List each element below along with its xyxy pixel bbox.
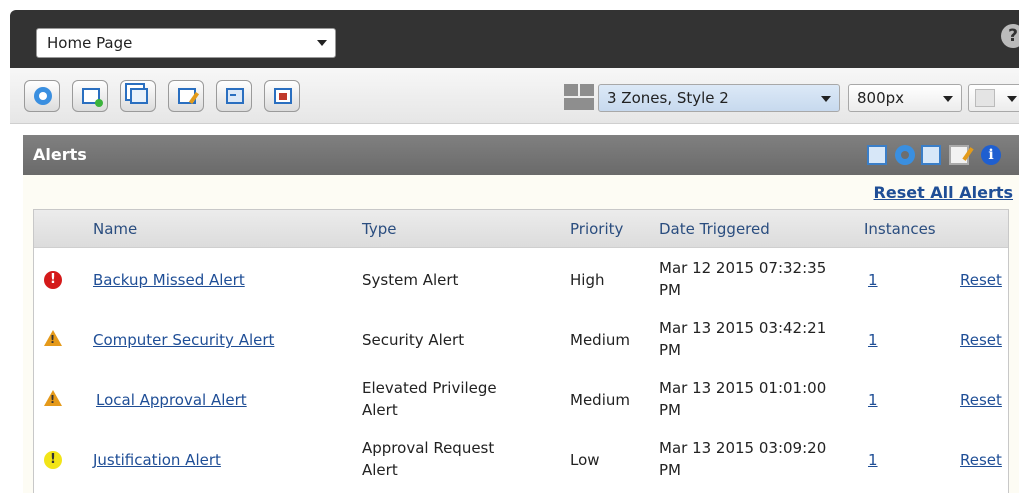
alert-type: Elevated Privilege [362,379,497,397]
edit-icon[interactable] [949,145,969,165]
alerts-panel-header: Alerts i [23,135,1019,175]
alert-date: Mar 13 2015 03:42:21 [659,319,827,337]
cascade-windows-icon [130,88,148,104]
toolbar: 3 Zones, Style 2 800px [10,68,1019,124]
alert-name-link[interactable]: Local Approval Alert [96,390,247,410]
alerts-panel-body: Reset All Alerts Name Type Priority Date… [23,175,1019,493]
chevron-down-icon [821,96,831,102]
popout-icon[interactable] [921,145,941,165]
top-bar: Home Page ? [10,10,1019,68]
add-window-button[interactable] [72,80,108,112]
alert-type: Approval Request [362,439,495,457]
table-row: ! Backup Missed Alert System Alert High … [34,250,1008,310]
severity-medium-icon: ! [44,330,62,346]
alert-date: Mar 13 2015 01:01:00 [659,379,827,397]
console-button[interactable] [216,80,252,112]
alert-instances-link[interactable]: 1 [868,270,878,290]
add-window-icon [82,88,103,107]
alert-name-link[interactable]: Justification Alert [93,450,221,470]
alerts-table: Name Type Priority Date Triggered Instan… [33,209,1009,493]
table-row: ! Computer Security Alert Security Alert… [34,310,1008,370]
cascade-windows-button[interactable] [120,80,156,112]
alert-date-ampm: PM [659,461,681,479]
alert-type-line2: Alert [362,401,398,419]
chevron-down-icon [1007,96,1017,102]
layout-dropdown-value: 3 Zones, Style 2 [607,89,729,107]
refresh-button[interactable] [24,80,60,112]
alert-priority: Low [570,451,600,469]
reset-all-alerts-link[interactable]: Reset All Alerts [874,183,1013,202]
layout-dropdown[interactable]: 3 Zones, Style 2 [598,84,840,112]
alerts-panel-title: Alerts [33,145,87,164]
column-header-priority[interactable]: Priority [570,220,623,238]
alert-date: Mar 12 2015 07:32:35 [659,259,827,277]
table-header: Name Type Priority Date Triggered Instan… [34,210,1008,248]
column-header-type[interactable]: Type [362,220,396,238]
width-dropdown-value: 800px [857,89,905,107]
alert-reset-link[interactable]: Reset [960,330,1002,350]
alert-name-link[interactable]: Computer Security Alert [93,330,274,350]
alert-type: System Alert [362,271,459,289]
chevron-down-icon [317,40,327,46]
edit-page-icon [178,88,196,104]
table-row: ! Justification Alert Approval Request A… [34,430,1008,490]
alert-type-line2: Alert [362,461,398,479]
alert-date-ampm: PM [659,341,681,359]
refresh-icon[interactable] [895,145,915,165]
color-dropdown[interactable] [968,84,1019,112]
alert-reset-link[interactable]: Reset [960,450,1002,470]
alert-date-ampm: PM [659,281,681,299]
console-icon [226,88,244,104]
severity-low-icon: ! [44,451,62,469]
alert-type: Security Alert [362,331,465,349]
alert-instances-link[interactable]: 1 [868,450,878,470]
edit-page-button[interactable] [168,80,204,112]
refresh-icon [34,87,52,105]
page-select-value: Home Page [47,34,133,52]
page-select-dropdown[interactable]: Home Page [36,28,336,58]
alert-priority: Medium [570,331,630,349]
column-header-instances[interactable]: Instances [864,220,936,238]
home-icon [274,88,292,104]
home-button[interactable] [264,80,300,112]
chevron-down-icon [943,96,953,102]
severity-medium-glyph: ! [50,333,56,346]
alert-name-link[interactable]: Backup Missed Alert [93,270,245,290]
table-row: ! Local Approval Alert Elevated Privileg… [34,370,1008,430]
info-icon[interactable]: i [981,145,1001,165]
alert-instances-link[interactable]: 1 [868,330,878,350]
alert-reset-link[interactable]: Reset [960,270,1002,290]
severity-medium-icon: ! [44,390,62,406]
collapse-panel-icon[interactable] [867,145,887,165]
help-icon[interactable]: ? [1001,24,1019,48]
alert-reset-link[interactable]: Reset [960,390,1002,410]
alert-date: Mar 13 2015 03:09:20 [659,439,827,457]
alert-priority: Medium [570,391,630,409]
column-header-name[interactable]: Name [93,220,137,238]
severity-medium-glyph: ! [50,393,56,406]
alert-date-ampm: PM [659,401,681,419]
alert-priority: High [570,271,605,289]
column-header-date[interactable]: Date Triggered [659,220,770,238]
width-dropdown[interactable]: 800px [848,84,962,112]
color-swatch [975,89,995,107]
severity-high-icon: ! [44,271,62,289]
alert-instances-link[interactable]: 1 [868,390,878,410]
layout-icon [564,84,594,110]
